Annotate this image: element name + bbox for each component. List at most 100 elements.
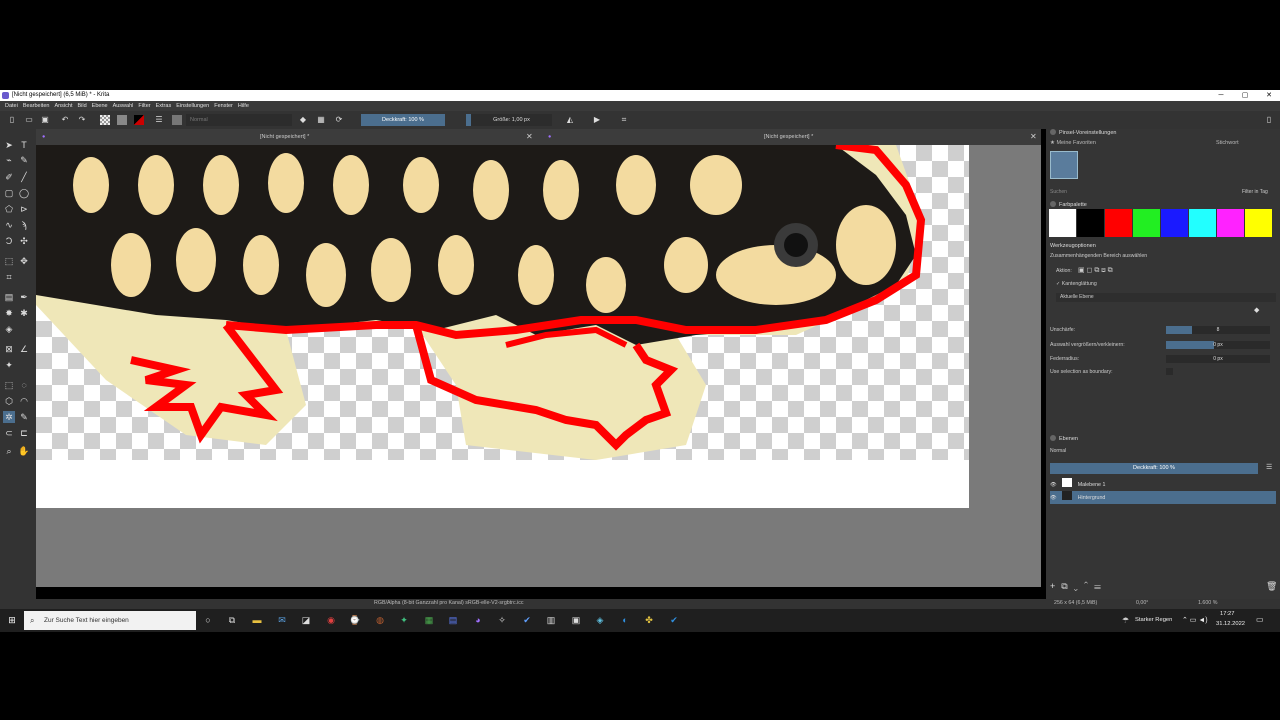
tag-button[interactable]: Stichwort bbox=[1216, 139, 1239, 148]
menu-bearbeiten[interactable]: Bearbeiten bbox=[23, 101, 50, 111]
calligraphy-tool-icon[interactable]: ✎ bbox=[18, 154, 30, 166]
palette-swatch-cyan[interactable] bbox=[1189, 209, 1216, 237]
menu-extras[interactable]: Extras bbox=[156, 101, 172, 111]
selection-mode-icon[interactable]: ◆ bbox=[1254, 306, 1259, 314]
app-icon[interactable]: ✦ bbox=[398, 614, 410, 626]
crop-tool-icon[interactable]: ⌗ bbox=[3, 271, 15, 283]
layer-row[interactable]: 👁 Malebene 1 bbox=[1050, 478, 1276, 491]
multibrush-tool-icon[interactable]: ✣ bbox=[18, 235, 30, 247]
zoom-readout[interactable]: 1.600 % bbox=[1198, 600, 1217, 606]
clock-time[interactable]: 17:27 bbox=[1220, 611, 1235, 617]
maximize-button[interactable]: ▢ bbox=[1234, 90, 1256, 101]
minimize-button[interactable]: ─ bbox=[1210, 90, 1232, 101]
tab-close-icon[interactable]: ✕ bbox=[526, 129, 533, 145]
rect-select-tool-icon[interactable]: ⬚ bbox=[3, 379, 15, 391]
move-tool-icon[interactable]: ✥ bbox=[18, 255, 30, 267]
zoom-tool-icon[interactable]: ⌕ bbox=[3, 445, 15, 457]
app-icon[interactable]: ◍ bbox=[374, 614, 386, 626]
app-icon[interactable]: ✧ bbox=[496, 614, 508, 626]
rotation-readout[interactable]: 0,00° bbox=[1136, 600, 1148, 606]
ellipse-tool-icon[interactable]: ◯ bbox=[18, 187, 30, 199]
magnetic-select-tool-icon[interactable]: ⊏ bbox=[18, 427, 30, 439]
cortana-icon[interactable]: ○ bbox=[202, 614, 214, 626]
freehand-path-tool-icon[interactable]: ϡ bbox=[18, 219, 30, 231]
tray-icons[interactable]: ⌃ ▭ ◄) bbox=[1182, 616, 1208, 624]
sample-layer-select[interactable]: Aktuelle Ebene bbox=[1056, 293, 1276, 302]
eraser-icon[interactable]: ◆ bbox=[298, 115, 308, 125]
freehand-select-tool-icon[interactable]: ◠ bbox=[18, 395, 30, 407]
fill-tool-icon[interactable]: ◈ bbox=[3, 323, 15, 335]
palette-swatch-yellow[interactable] bbox=[1245, 209, 1272, 237]
close-window-button[interactable]: ✕ bbox=[1258, 90, 1280, 101]
open-folder-icon[interactable]: ▭ bbox=[24, 115, 34, 125]
app-icon[interactable]: ◐ bbox=[619, 614, 631, 626]
filter-in-tag-checkbox[interactable]: Filter in Tag bbox=[1242, 189, 1268, 195]
polyline-tool-icon[interactable]: ⊳ bbox=[18, 203, 30, 215]
palette-swatch-blue[interactable] bbox=[1161, 209, 1188, 237]
polygon-select-tool-icon[interactable]: ⬡ bbox=[3, 395, 15, 407]
brush-tool-icon[interactable]: ✐ bbox=[3, 171, 15, 183]
contiguous-select-tool-icon[interactable]: ✲ bbox=[3, 411, 15, 423]
ellipse-select-tool-icon[interactable]: ◌ bbox=[18, 379, 30, 391]
measure-tool-icon[interactable]: ∠ bbox=[18, 343, 30, 355]
app-icon[interactable]: ◪ bbox=[300, 614, 312, 626]
colorize-mask-tool-icon[interactable]: ✸ bbox=[3, 307, 15, 319]
tab-document-2[interactable]: [Nicht gespeichert] * bbox=[764, 129, 813, 145]
app-icon[interactable]: ✔ bbox=[668, 614, 680, 626]
text-tool-icon[interactable]: T bbox=[18, 139, 30, 151]
save-icon[interactable]: ▣ bbox=[40, 115, 50, 125]
select-shapes-tool-icon[interactable]: ➤ bbox=[3, 139, 15, 151]
antialias-checkbox[interactable]: ✓ Kantenglättung bbox=[1056, 281, 1097, 287]
palette-swatch-red[interactable] bbox=[1105, 209, 1132, 237]
feather-slider[interactable]: 0 px bbox=[1166, 355, 1270, 363]
dock-layout-icon[interactable]: ▯ bbox=[1264, 115, 1274, 125]
menu-hilfe[interactable]: Hilfe bbox=[238, 101, 249, 111]
calculator-icon[interactable]: ▥ bbox=[545, 614, 557, 626]
app-icon[interactable]: ⌚ bbox=[349, 614, 361, 626]
tab-document-1[interactable]: [Nicht gespeichert] * bbox=[260, 129, 309, 145]
mirror-horizontal-icon[interactable]: ◭ bbox=[565, 115, 575, 125]
alpha-lock-icon[interactable]: ▦ bbox=[316, 115, 326, 125]
redo-icon[interactable]: ↷ bbox=[77, 115, 87, 125]
task-view-icon[interactable]: ⧉ bbox=[226, 614, 238, 626]
delete-layer-icon[interactable]: 🗑 bbox=[1266, 581, 1277, 592]
tab-close-icon-2[interactable]: ✕ bbox=[1030, 129, 1037, 145]
palette-swatch-black[interactable] bbox=[1077, 209, 1104, 237]
palette-swatch-green[interactable] bbox=[1133, 209, 1160, 237]
transform-tool-icon[interactable]: ⬚ bbox=[3, 255, 15, 267]
layer-actions-bar[interactable]: +⧉⌄⌃☰ bbox=[1050, 581, 1276, 593]
brush-preset-icon[interactable] bbox=[172, 115, 182, 125]
clock-date[interactable]: 31.12.2022 bbox=[1216, 621, 1245, 627]
app-icon[interactable]: ✔ bbox=[521, 614, 533, 626]
visibility-eye-icon[interactable]: 👁 bbox=[1050, 495, 1057, 501]
menu-datei[interactable]: Datei bbox=[5, 101, 18, 111]
reload-preset-icon[interactable]: ⟳ bbox=[334, 115, 344, 125]
layer-opacity-slider[interactable]: Deckkraft: 100 % bbox=[1050, 463, 1258, 474]
file-explorer-icon[interactable]: ▬ bbox=[251, 614, 263, 626]
new-document-icon[interactable]: ▯ bbox=[7, 115, 17, 125]
terminal-icon[interactable]: ▣ bbox=[570, 614, 582, 626]
layers-menu-icon[interactable]: ☰ bbox=[1266, 463, 1272, 471]
smart-patch-tool-icon[interactable]: ✱ bbox=[18, 307, 30, 319]
bezier-select-tool-icon[interactable]: ⊂ bbox=[3, 427, 15, 439]
bezier-tool-icon[interactable]: ∿ bbox=[3, 219, 15, 231]
krita-taskbar-icon[interactable]: ◕ bbox=[472, 614, 484, 626]
fuzziness-slider[interactable]: 8 bbox=[1166, 326, 1270, 334]
preset-search-input[interactable]: Suchen bbox=[1050, 189, 1240, 197]
edit-shapes-tool-icon[interactable]: ⌁ bbox=[3, 154, 15, 166]
notification-icon[interactable]: ▭ bbox=[1256, 615, 1264, 624]
mirror-vertical-icon[interactable]: ▶ bbox=[592, 115, 602, 125]
app-icon[interactable]: ▦ bbox=[423, 614, 435, 626]
menu-ansicht[interactable]: Ansicht bbox=[54, 101, 72, 111]
similar-color-select-tool-icon[interactable]: ✎ bbox=[18, 411, 30, 423]
dynamic-brush-tool-icon[interactable]: Ɔ bbox=[3, 235, 15, 247]
reference-images-tool-icon[interactable]: ✦ bbox=[3, 359, 15, 371]
gradient-tool-icon[interactable]: ▤ bbox=[3, 291, 15, 303]
color-picker-tool-icon[interactable]: ✒ bbox=[18, 291, 30, 303]
rectangle-tool-icon[interactable]: ▢ bbox=[3, 187, 15, 199]
brush-settings-icon[interactable]: ☰ bbox=[154, 115, 164, 125]
chrome-icon[interactable]: ◉ bbox=[325, 614, 337, 626]
pan-tool-icon[interactable]: ✋ bbox=[18, 445, 30, 457]
polygon-tool-icon[interactable]: ⬠ bbox=[3, 203, 15, 215]
brush-preset-thumbnail[interactable] bbox=[1050, 151, 1078, 179]
